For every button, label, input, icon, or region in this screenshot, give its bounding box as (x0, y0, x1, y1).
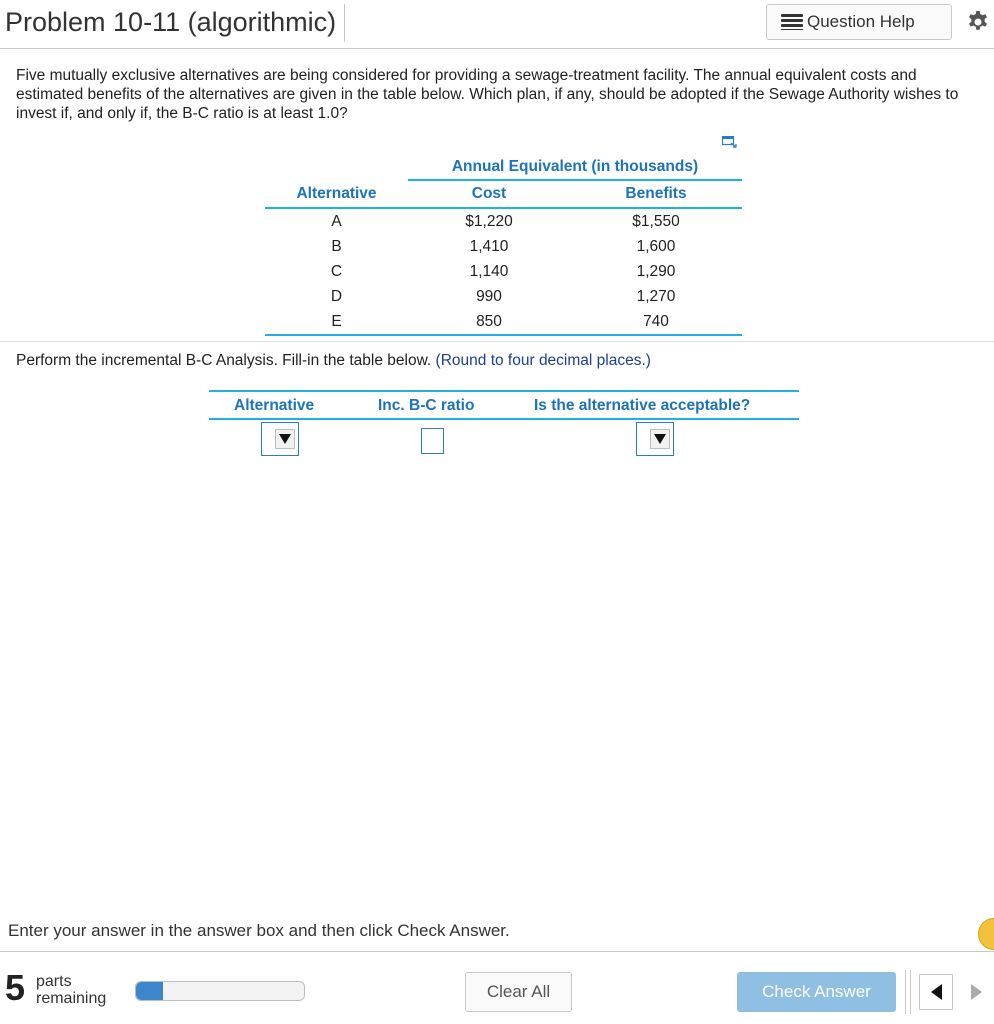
answer-col-acceptable: Is the alternative acceptable? (534, 397, 751, 414)
arrow-right-icon (970, 984, 982, 1000)
cell-alternative: D (330, 287, 343, 305)
cell-cost: 850 (408, 309, 570, 336)
question-help-button[interactable]: Question Help (766, 4, 952, 40)
list-icon (781, 14, 803, 30)
table-row: B 1,410 1,600 (265, 234, 742, 259)
next-button[interactable] (959, 974, 993, 1010)
nav-separator (905, 970, 906, 1014)
cell-alternative: B (331, 237, 342, 255)
table-row: D 990 1,270 (265, 284, 742, 309)
settings-button[interactable] (963, 4, 993, 40)
cell-alternative: E (265, 309, 408, 336)
parts-label-line2: remaining (36, 990, 107, 1007)
cell-alternative: C (330, 262, 343, 280)
page-title: Problem 10-11 (algorithmic) (5, 4, 346, 42)
gear-icon (969, 11, 987, 30)
cell-cost: 1,410 (469, 237, 509, 255)
rounding-hint: (Round to four decimal places.) (435, 352, 651, 369)
parts-label-line1: parts (36, 973, 72, 990)
table-row: A $1,220 $1,550 (265, 208, 742, 234)
cell-benefits: 740 (570, 309, 742, 336)
cell-benefits: 1,600 (636, 237, 676, 255)
dropdown-arrow (275, 429, 295, 449)
progress-bar (135, 981, 305, 1001)
col-header-alternative: Alternative (265, 180, 408, 209)
clear-all-button[interactable]: Clear All (465, 972, 572, 1012)
cell-benefits: 1,270 (636, 287, 676, 305)
expand-table-icon[interactable] (722, 136, 738, 148)
col-header-cost: Cost (408, 180, 570, 209)
alternatives-table: Annual Equivalent (in thousands) Alterna… (265, 154, 742, 336)
parts-count: 5 (5, 967, 26, 1008)
chevron-down-icon (654, 434, 666, 444)
instruction-prompt: Perform the incremental B-C Analysis. Fi… (16, 352, 651, 370)
footer-divider (0, 951, 994, 952)
answer-col-inc-bc-ratio: Inc. B-C ratio (378, 397, 475, 414)
check-answer-button[interactable]: Check Answer (737, 972, 896, 1012)
group-header: Annual Equivalent (in thousands) (408, 154, 742, 181)
progress-fill (136, 982, 163, 1000)
previous-button[interactable] (919, 974, 953, 1010)
help-bubble-icon[interactable] (978, 918, 994, 950)
table-row: C 1,140 1,290 (265, 259, 742, 284)
header-bar: Problem 10-11 (algorithmic) Question Hel… (0, 0, 994, 49)
alternative-dropdown[interactable] (261, 422, 299, 456)
col-header-benefits: Benefits (570, 180, 742, 209)
question-help-label: Question Help (807, 12, 915, 31)
answer-table-header: Alternative Inc. B-C ratio Is the altern… (209, 392, 799, 420)
answer-instruction: Enter your answer in the answer box and … (8, 921, 510, 940)
parts-label: parts remaining (36, 973, 106, 1007)
answer-table: Alternative Inc. B-C ratio Is the altern… (209, 390, 799, 456)
cell-benefits: $1,550 (632, 212, 680, 230)
cell-benefits: 1,290 (636, 262, 676, 280)
table-row: E 850 740 (265, 309, 742, 336)
cell-alternative: A (331, 212, 342, 230)
cell-cost: 990 (476, 287, 502, 305)
inc-bc-ratio-input[interactable] (421, 428, 444, 454)
prompt-text: Perform the incremental B-C Analysis. Fi… (16, 352, 432, 369)
nav-separator (910, 970, 911, 1014)
cell-cost: $1,220 (465, 212, 513, 230)
cell-cost: 1,140 (469, 262, 509, 280)
answer-col-alternative: Alternative (234, 397, 315, 414)
question-text: Five mutually exclusive alternatives are… (16, 67, 959, 122)
chevron-down-icon (279, 434, 291, 444)
acceptable-dropdown[interactable] (636, 422, 674, 456)
dropdown-arrow (650, 429, 670, 449)
section-divider (0, 341, 994, 342)
arrow-left-icon (930, 984, 942, 1000)
